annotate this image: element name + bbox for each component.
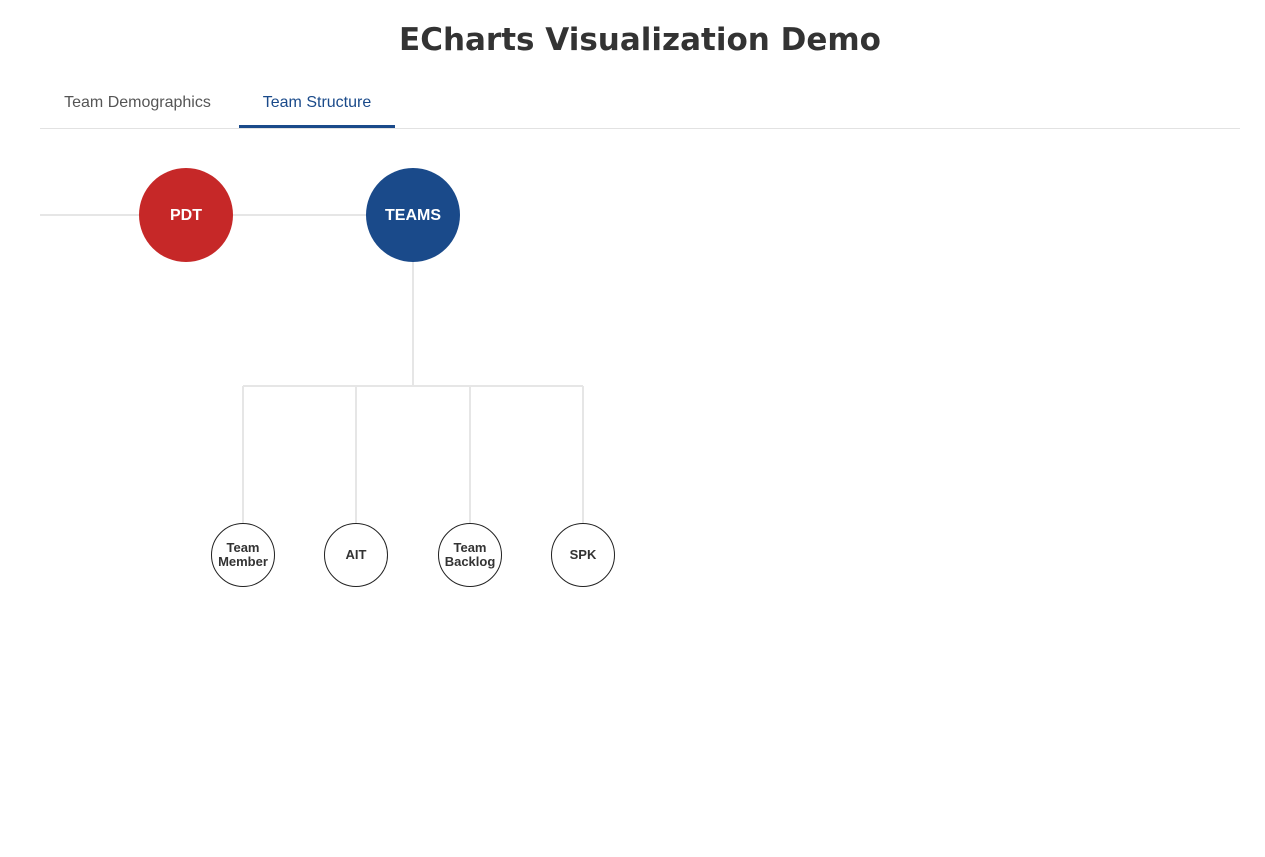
node-team-backlog[interactable]: Team Backlog [438, 523, 502, 587]
node-team-member-label-line1: Team [227, 540, 260, 555]
node-team-backlog-label-line1: Team [454, 540, 487, 555]
node-pdt[interactable]: PDT [139, 168, 233, 262]
node-ait[interactable]: AIT [324, 523, 388, 587]
node-spk-label: SPK [570, 547, 597, 562]
node-team-backlog-label-line2: Backlog [445, 554, 496, 569]
diagram-edges [40, 214, 584, 524]
node-team-member[interactable]: Team Member [211, 523, 275, 587]
node-spk[interactable]: SPK [551, 523, 615, 587]
node-team-member-label-line2: Member [218, 554, 268, 569]
team-structure-diagram: PDT TEAMS Team Member AIT Team Backlog S… [40, 168, 615, 587]
node-pdt-label: PDT [170, 207, 202, 224]
node-teams-label: TEAMS [385, 207, 441, 224]
node-ait-label: AIT [346, 547, 367, 562]
node-teams[interactable]: TEAMS [366, 168, 460, 262]
